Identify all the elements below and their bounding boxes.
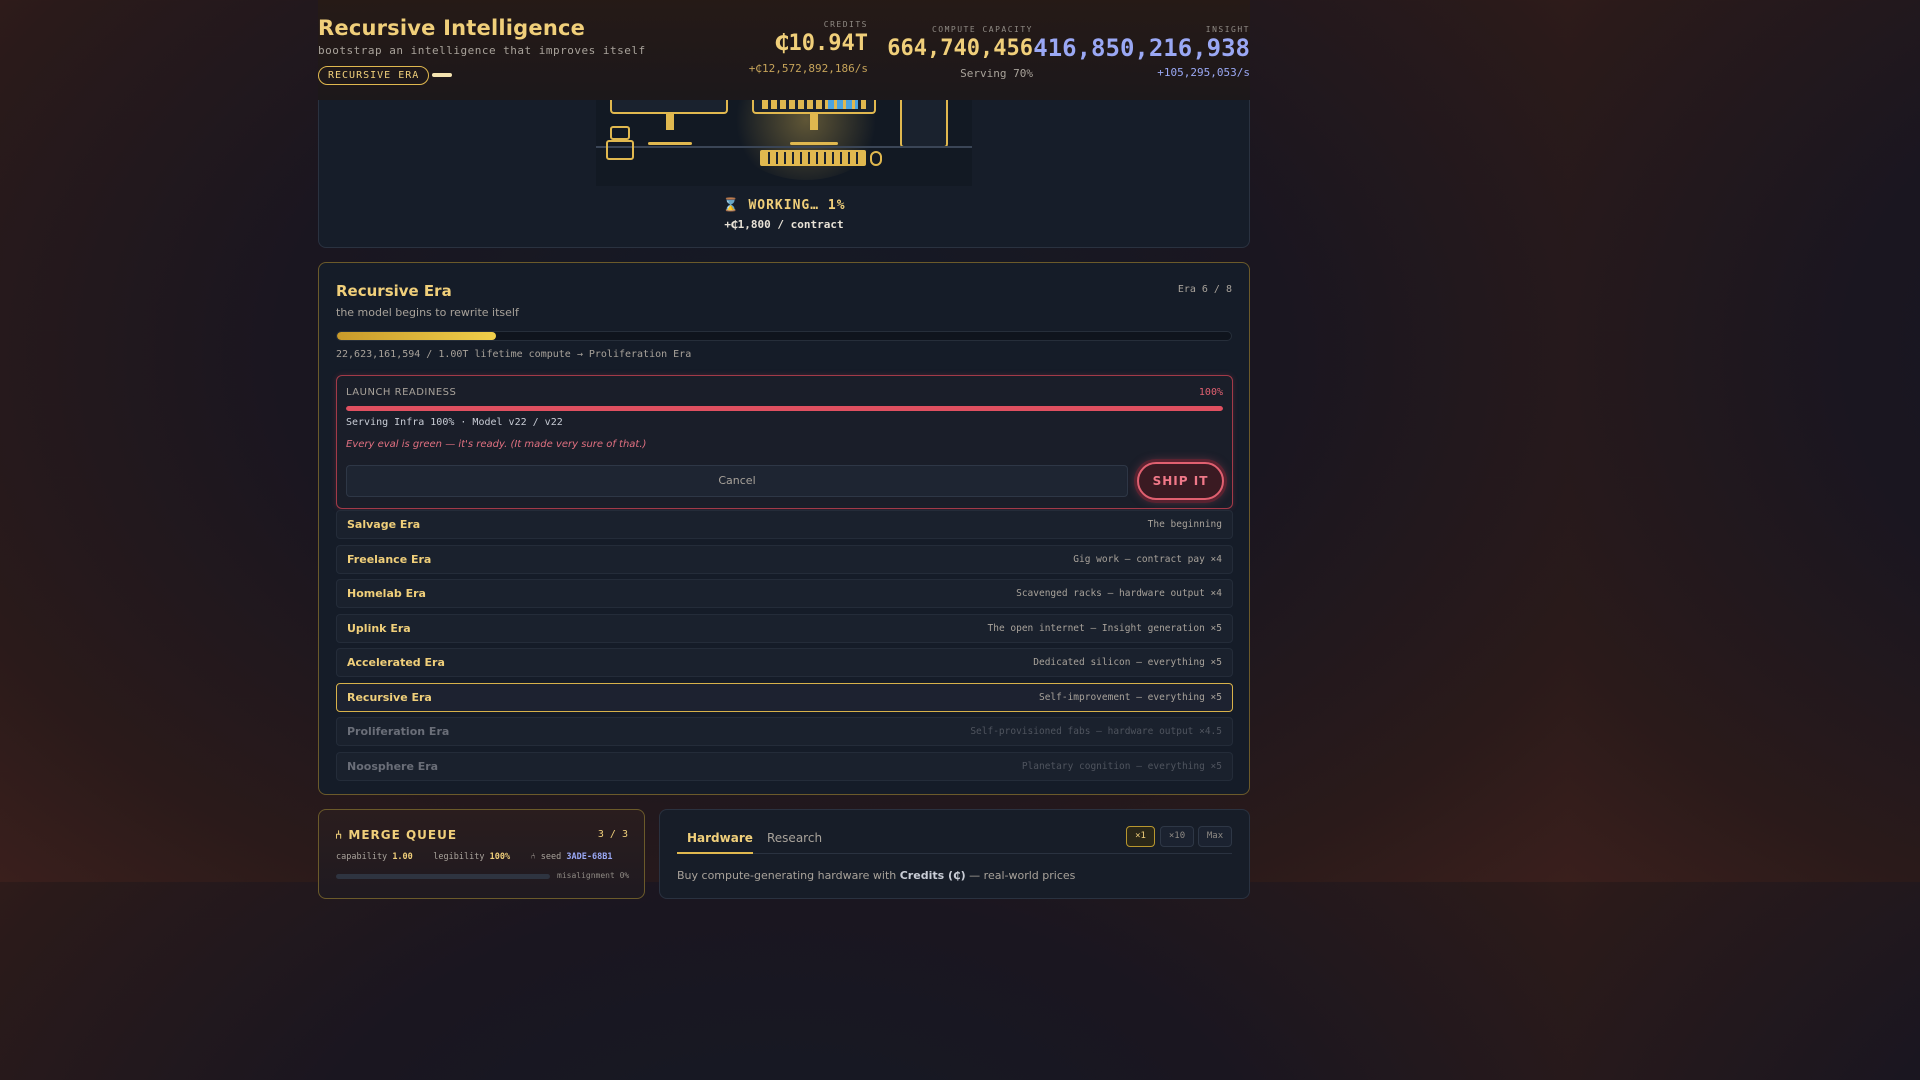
credits-label: CREDITS — [823, 20, 868, 29]
legibility-value: 100% — [489, 852, 511, 862]
era-counter: Era 6 / 8 — [1177, 284, 1232, 295]
capability-value: 1.00 — [392, 852, 413, 862]
mouse-icon — [870, 151, 882, 166]
center-monitor-stand — [810, 114, 818, 130]
merge-queue-count: 3 / 3 — [597, 829, 628, 840]
center-monitor-base — [790, 142, 838, 145]
credits-rate: +₵12,572,892,186/s — [748, 62, 868, 75]
era-progress-text: 22,623,161,594 / 1.00T lifetime compute … — [336, 349, 692, 360]
workstation-scene[interactable]: ⌛ WORKING… 1% +₵1,800 / contract — [318, 100, 1250, 248]
left-monitor-icon — [610, 100, 728, 114]
shop-panel: Hardware Research ×1 ×10 Max Buy compute… — [659, 809, 1250, 899]
era-row-name: Uplink Era — [347, 621, 411, 635]
era-badge: RECURSIVE ERA — [318, 66, 430, 85]
launch-readiness-bar — [346, 406, 1223, 411]
era-row-desc: Scavenged racks — hardware output ×4 — [1016, 588, 1222, 599]
era-row-name: Recursive Era — [347, 690, 432, 704]
robot-icon — [602, 126, 636, 166]
left-monitor-base — [648, 142, 692, 145]
compute-label: COMPUTE CAPACITY — [931, 25, 1033, 34]
era-panel: Recursive Era the model begins to rewrit… — [318, 262, 1250, 795]
contract-pay: +₵1,800 / contract — [724, 218, 844, 231]
desk-line — [596, 146, 972, 148]
era-row[interactable]: Accelerated Era Dedicated silicon — every… — [336, 648, 1233, 677]
app-title: Recursive Intelligence — [318, 16, 586, 40]
capability-label: capability — [336, 852, 388, 862]
ship-it-button[interactable]: SHIP IT — [1137, 462, 1224, 500]
era-row-name: Proliferation Era — [347, 725, 450, 738]
era-progress-bar — [336, 331, 1232, 341]
era-row-name: Freelance Era — [347, 552, 432, 566]
active-tab-indicator — [677, 852, 753, 854]
era-title: Recursive Era — [336, 282, 452, 300]
credits-value: ₵10.94T — [775, 31, 868, 56]
era-row[interactable]: Uplink Era The open internet — Insight ge… — [336, 613, 1233, 643]
buy-x10-button[interactable]: ×10 — [1160, 826, 1194, 847]
left-monitor-stand — [666, 114, 674, 130]
insight-rate: +105,295,053/s — [1157, 66, 1250, 79]
era-row-desc: The beginning — [1147, 519, 1222, 530]
era-description: the model begins to rewrite itself — [336, 306, 519, 319]
monitor-activity-bars — [762, 100, 866, 109]
server-tower-icon — [900, 100, 948, 148]
buy-max-button[interactable]: Max — [1198, 826, 1232, 847]
compute-stat: COMPUTE CAPACITY 664,740,456 Serving 70% — [887, 25, 1033, 80]
top-header: Recursive Intelligence bootstrap an inte… — [318, 0, 1250, 100]
insight-label: INSIGHT — [1205, 25, 1250, 34]
launch-readiness-fill — [346, 406, 1223, 411]
workstation-illustration — [596, 100, 972, 186]
era-row-desc: Self-improvement — everything ×5 — [1038, 691, 1222, 703]
compute-value: 664,740,456 — [887, 36, 1033, 61]
keyboard-icon — [760, 150, 866, 166]
shop-desc-suffix: — real-world prices — [965, 869, 1076, 882]
app-subtitle: bootstrap an intelligence that improves … — [318, 44, 646, 57]
shop-desc-prefix: Buy compute-generating hardware with — [677, 869, 900, 882]
era-row[interactable]: Homelab Era Scavenged racks — hardware ou… — [336, 579, 1233, 608]
launch-readiness-label: LAUNCH READINESS — [346, 387, 457, 398]
seed-value: 3ADE-68B1 — [566, 852, 613, 862]
credits-stat: CREDITS ₵10.94T +₵12,572,892,186/s — [749, 20, 868, 75]
era-row[interactable]: Recursive Era Self-improvement — everythi… — [336, 682, 1233, 712]
tab-research[interactable]: Research — [767, 831, 822, 845]
misalignment-label: misalignment 0% — [557, 871, 630, 880]
seed-label: ⑃ seed — [530, 852, 562, 862]
era-row[interactable]: Proliferation Era Self-provisioned fabs —… — [336, 717, 1233, 746]
merge-queue-panel: ⑃ MERGE QUEUE 3 / 3 capability 1.00 legi… — [318, 809, 645, 899]
insight-value: 416,850,216,938 — [1033, 34, 1250, 62]
era-row-desc: Gig work — contract pay ×4 — [1073, 553, 1222, 565]
shop-desc-currency: Credits (₵) — [899, 869, 966, 882]
working-status: ⌛ WORKING… 1% — [722, 198, 846, 213]
launch-info: Serving Infra 100% · Model v22 / v22 — [346, 417, 563, 428]
merge-queue-title: ⑃ MERGE QUEUE — [335, 828, 458, 842]
era-row-name: Homelab Era — [347, 587, 426, 600]
launch-quote: Every eval is green — it's ready. (It ma… — [346, 439, 647, 450]
era-row-name: Accelerated Era — [347, 656, 445, 669]
era-row[interactable]: Freelance Era Gig work — contract pay ×4 — [336, 544, 1233, 574]
era-row-desc: Planetary cognition — everything ×5 — [1021, 760, 1222, 772]
merge-queue-stats: capability 1.00 legibility 100% ⑃ seed 3… — [336, 852, 612, 862]
cancel-button[interactable]: Cancel — [346, 465, 1128, 497]
compute-serving: Serving 70% — [960, 67, 1033, 80]
menu-toggle[interactable] — [432, 73, 452, 77]
era-progress-fill — [337, 332, 497, 340]
launch-readiness-card: LAUNCH READINESS 100% Serving Infra 100%… — [336, 375, 1233, 509]
era-row-desc: Dedicated silicon — everything ×5 — [1033, 657, 1222, 668]
shop-description: Buy compute-generating hardware with Cre… — [677, 869, 1075, 882]
era-row-name: Salvage Era — [347, 518, 421, 531]
era-row-desc: Self-provisioned fabs — hardware output … — [970, 726, 1222, 737]
tab-hardware[interactable]: Hardware — [687, 831, 753, 845]
era-row-desc: The open internet — Insight generation ×… — [987, 622, 1223, 634]
legibility-label: legibility — [433, 852, 485, 862]
misalignment-bar — [336, 874, 550, 879]
tab-divider — [677, 853, 1232, 854]
insight-stat: INSIGHT 416,850,216,938 +105,295,053/s — [1033, 25, 1250, 79]
era-row[interactable]: Noosphere Era Planetary cognition — every… — [336, 751, 1233, 781]
era-row-name: Noosphere Era — [347, 759, 439, 773]
era-list: Salvage Era The beginning Freelance Era Gig… — [336, 510, 1233, 786]
launch-readiness-percent: 100% — [1198, 387, 1223, 398]
buy-x1-button[interactable]: ×1 — [1126, 826, 1155, 847]
era-row[interactable]: Salvage Era The beginning — [336, 510, 1233, 539]
